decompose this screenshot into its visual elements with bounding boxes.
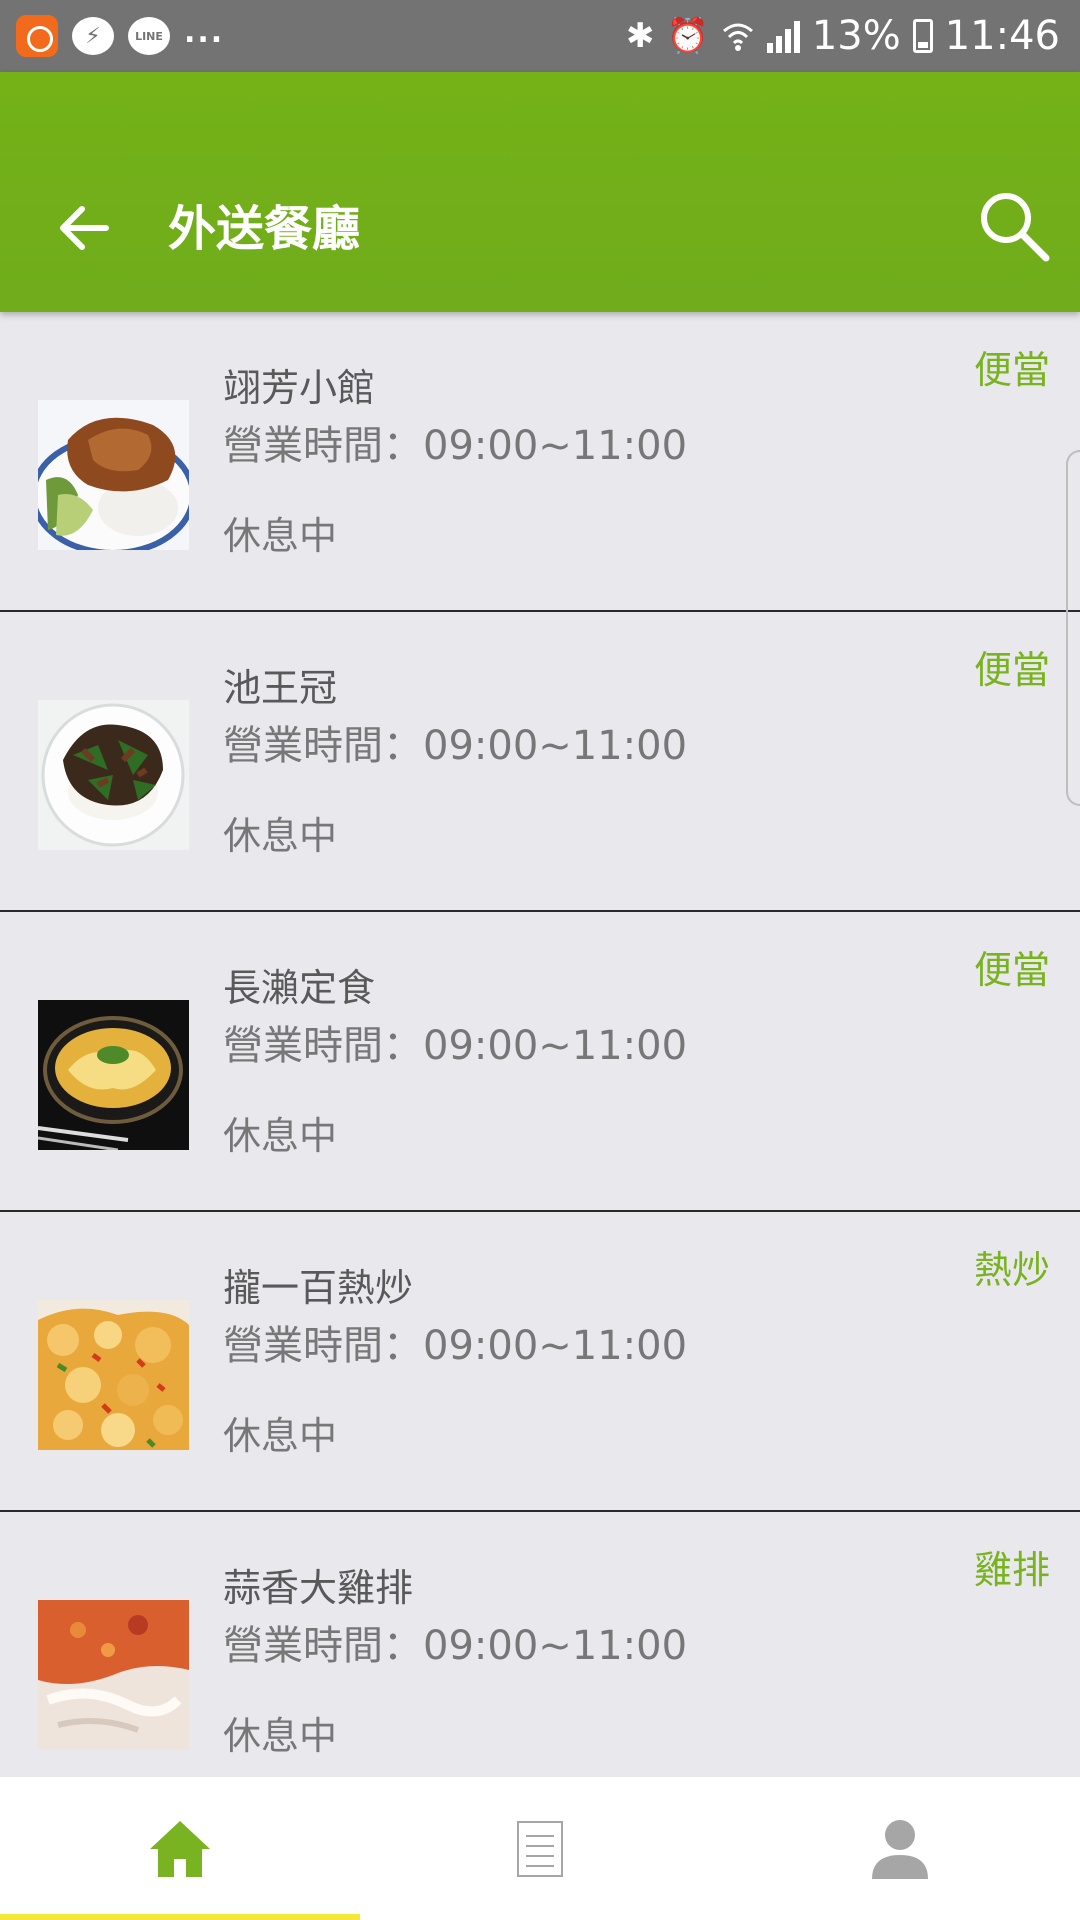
restaurant-name: 長瀨定食 [223,966,376,1010]
more-notifications: ... [184,14,225,50]
system-status: ✱ ⏰ 13% 11:46 [626,10,1060,62]
line-icon: LINE [128,17,170,55]
category-label: 便當 [973,948,1050,992]
open-status: 休息中 [223,1714,338,1758]
clock: 11:46 [944,13,1060,59]
business-hours: 營業時間：09:00~11:00 [223,1323,688,1369]
person-icon [872,1819,928,1879]
open-status: 休息中 [223,1414,338,1458]
app-bar: 外送餐廳 [0,72,1080,312]
arrow-left-icon [60,206,109,250]
home-icon [150,1820,210,1877]
open-status: 休息中 [223,814,338,858]
restaurant-item[interactable]: 攏一百熱炒 營業時間：09:00~11:00 休息中 熱炒 [0,1212,1080,1512]
restaurant-thumbnail [38,700,189,850]
open-status: 休息中 [223,1114,338,1158]
alarm-icon: ⏰ [666,16,709,56]
nav-profile[interactable] [720,1777,1080,1920]
restaurant-item[interactable]: 蒜香大雞排 營業時間：09:00~11:00 休息中 雞排 [0,1512,1080,1777]
business-hours: 營業時間：09:00~11:00 [223,1623,688,1669]
category-label: 雞排 [973,1548,1050,1592]
category-label: 便當 [973,348,1050,392]
battery-percent: 13% [811,13,901,59]
open-status: 休息中 [223,514,338,558]
restaurant-thumbnail [38,400,189,550]
nav-orders[interactable] [360,1777,720,1920]
business-hours: 營業時間：09:00~11:00 [223,423,688,469]
business-hours: 營業時間：09:00~11:00 [223,723,688,769]
app-notification-icon [16,15,58,57]
search-button[interactable] [972,184,1056,268]
restaurant-item[interactable]: 長瀨定食 營業時間：09:00~11:00 休息中 便當 [0,912,1080,1212]
restaurant-item[interactable]: 池王冠 營業時間：09:00~11:00 休息中 便當 [0,612,1080,912]
restaurant-name: 翊芳小館 [223,366,376,410]
bottom-navigation [0,1777,1080,1920]
battery-icon [912,19,933,53]
category-label: 熱炒 [973,1248,1050,1292]
restaurant-name: 池王冠 [223,666,338,710]
nav-home[interactable] [0,1777,360,1920]
category-label: 便當 [973,648,1050,692]
bluetooth-icon: ✱ [625,16,655,56]
search-icon [981,193,1050,262]
business-hours: 營業時間：09:00~11:00 [223,1023,688,1069]
back-button[interactable] [48,192,120,264]
restaurant-name: 蒜香大雞排 [223,1566,414,1610]
notification-area: ⚡ LINE ... [16,14,224,58]
restaurant-name: 攏一百熱炒 [223,1266,414,1310]
wifi-icon [722,23,753,51]
document-icon [517,1820,563,1877]
active-tab-indicator [0,1914,360,1920]
restaurant-item[interactable]: 翊芳小館 營業時間：09:00~11:00 休息中 便當 [0,312,1080,612]
restaurant-list[interactable]: 翊芳小館 營業時間：09:00~11:00 休息中 便當 池王冠 營業時間：09… [0,312,1080,1777]
restaurant-thumbnail [38,1600,189,1750]
page-title: 外送餐廳 [168,201,361,257]
scroll-handle[interactable] [1066,450,1080,806]
signal-icon [766,19,800,53]
messenger-icon: ⚡ [72,17,114,55]
restaurant-thumbnail [38,1300,189,1450]
restaurant-thumbnail [38,1000,189,1150]
status-bar: ⚡ LINE ... ✱ ⏰ 13% 11:46 [0,0,1080,72]
